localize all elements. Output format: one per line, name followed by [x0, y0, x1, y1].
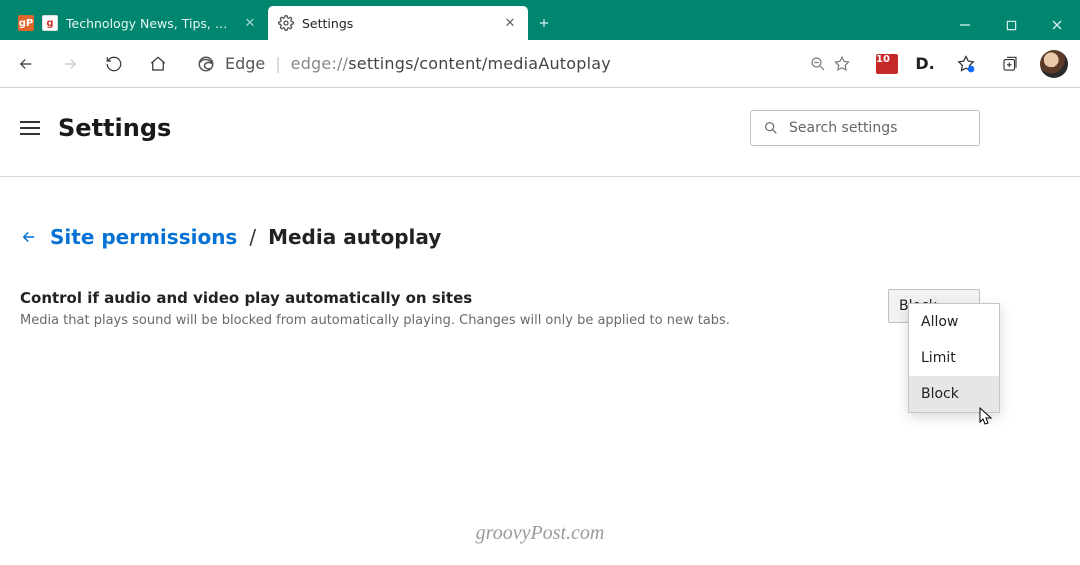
- tab-label: Settings: [302, 16, 494, 31]
- search-icon: [763, 120, 779, 136]
- collections-button[interactable]: [990, 44, 1030, 84]
- address-url: edge://settings/content/mediaAutoplay: [291, 54, 799, 73]
- search-settings-input[interactable]: Search settings: [750, 110, 980, 146]
- breadcrumb: Site permissions / Media autoplay: [20, 225, 1060, 249]
- breadcrumb-parent-link[interactable]: Site permissions: [50, 225, 237, 249]
- autoplay-option-allow[interactable]: Allow: [909, 304, 999, 340]
- address-bar[interactable]: Edge | edge://settings/content/mediaAuto…: [188, 47, 860, 81]
- browser-tab-inactive[interactable]: gP g Technology News, Tips, Reviews, ✕: [8, 6, 268, 40]
- new-tab-button[interactable]: [528, 6, 560, 40]
- tab-label: Technology News, Tips, Reviews,: [66, 16, 234, 31]
- back-button[interactable]: [6, 44, 46, 84]
- lastpass-badge: 10: [876, 54, 898, 74]
- breadcrumb-current: Media autoplay: [268, 225, 441, 249]
- search-placeholder: Search settings: [789, 120, 897, 136]
- hamburger-menu-icon[interactable]: [20, 121, 40, 135]
- close-tab-icon[interactable]: ✕: [242, 15, 258, 31]
- extension-d[interactable]: D.: [908, 47, 942, 81]
- media-autoplay-setting-row: Control if audio and video play automati…: [20, 289, 1060, 328]
- cursor-icon: [978, 407, 994, 427]
- refresh-button[interactable]: [94, 44, 134, 84]
- settings-content: Site permissions / Media autoplay Contro…: [0, 177, 1080, 328]
- breadcrumb-back-icon[interactable]: [20, 228, 38, 246]
- favicon-g-icon: g: [42, 15, 58, 31]
- autoplay-option-limit[interactable]: Limit: [909, 340, 999, 376]
- autoplay-dropdown-menu: Allow Limit Block: [908, 303, 1000, 413]
- maximize-button[interactable]: [988, 10, 1034, 40]
- edge-logo-icon: [197, 55, 215, 73]
- forward-button[interactable]: [50, 44, 90, 84]
- address-separator: |: [275, 54, 280, 73]
- zoom-icon[interactable]: [809, 55, 827, 73]
- close-window-button[interactable]: [1034, 10, 1080, 40]
- watermark-text: groovyPost.com: [0, 522, 1080, 545]
- minimize-button[interactable]: [942, 10, 988, 40]
- profile-avatar[interactable]: [1034, 44, 1074, 84]
- setting-description: Media that plays sound will be blocked f…: [20, 313, 730, 328]
- home-button[interactable]: [138, 44, 178, 84]
- browser-tab-active[interactable]: Settings ✕: [268, 6, 528, 40]
- address-scheme-label: Edge: [225, 54, 265, 73]
- window-titlebar: gP g Technology News, Tips, Reviews, ✕ S…: [0, 0, 1080, 40]
- settings-header: Settings Search settings: [0, 88, 1080, 176]
- favorites-hub-button[interactable]: [946, 44, 986, 84]
- extension-lastpass[interactable]: 10: [870, 47, 904, 81]
- browser-toolbar: Edge | edge://settings/content/mediaAuto…: [0, 40, 1080, 88]
- favicon-gp-icon: gP: [18, 15, 34, 31]
- favorite-icon[interactable]: [833, 55, 851, 73]
- gear-icon: [278, 15, 294, 31]
- setting-heading: Control if audio and video play automati…: [20, 289, 730, 307]
- page-title: Settings: [58, 114, 171, 142]
- window-controls: [942, 10, 1080, 40]
- close-tab-icon[interactable]: ✕: [502, 15, 518, 31]
- breadcrumb-separator: /: [249, 225, 256, 249]
